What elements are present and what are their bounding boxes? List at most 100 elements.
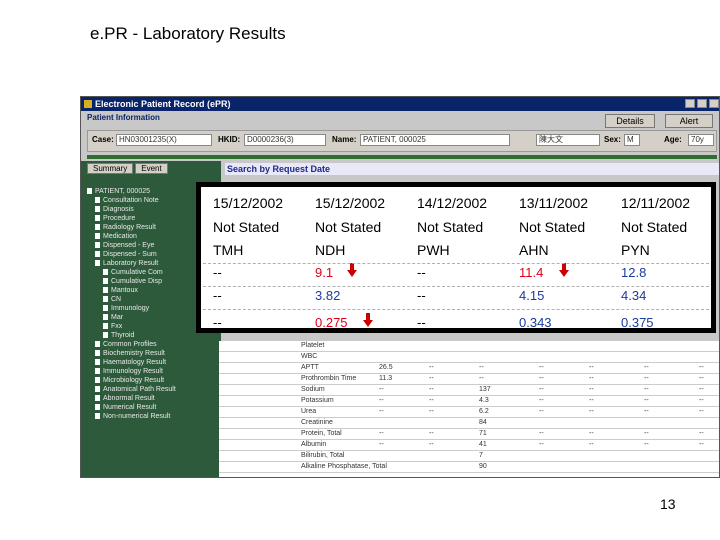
tree-item-label: Anatomical Path Result [103, 386, 176, 393]
grid-cell: 41 [479, 441, 487, 448]
document-icon [95, 233, 100, 239]
age-field[interactable]: 70y [688, 134, 714, 146]
grid-row[interactable]: WBC [219, 352, 719, 363]
search-by-request-date[interactable]: Search by Request Date [225, 163, 719, 175]
grid-cell: 71 [479, 430, 487, 437]
tree-item[interactable]: Numerical Result [87, 403, 221, 412]
chinese-name-field[interactable]: 陳大文 [536, 134, 600, 146]
grid-cell: -- [539, 364, 544, 371]
result-hospital: PWH [417, 242, 450, 258]
tree-item[interactable]: Biochemistry Result [87, 349, 221, 358]
patient-info-row: Case: HN03001235(X) HKID: D0000236(3) Na… [87, 130, 717, 152]
alert-button[interactable]: Alert [665, 114, 713, 128]
case-field[interactable]: HN03001235(X) [116, 134, 212, 146]
result-date: 13/11/2002 [519, 195, 589, 211]
grid-row[interactable]: Protein, Total -- -- 71 -- -- -- -- [219, 429, 719, 440]
details-button[interactable]: Details [605, 114, 655, 128]
grid-row[interactable]: Potassium -- -- 4.3 -- -- -- -- [219, 396, 719, 407]
tree-item-label: Procedure [103, 215, 136, 222]
grid-row-label: Prothrombin Time [301, 375, 357, 382]
down-arrow-icon [559, 263, 569, 277]
grid-row[interactable]: Sodium -- -- 137 -- -- -- -- [219, 385, 719, 396]
grid-row-label: APTT [301, 364, 319, 371]
tree-item-label: Biochemistry Result [103, 350, 165, 357]
tree-item[interactable]: Immunology Result [87, 367, 221, 376]
grid-cell: -- [699, 386, 704, 393]
grid-cell: -- [699, 408, 704, 415]
grid-cell: -- [429, 397, 434, 404]
name-field[interactable]: PATIENT, 000025 [360, 134, 510, 146]
result-value: 9.1 [315, 265, 334, 280]
result-date: 15/12/2002 [213, 195, 284, 211]
grid-cell: -- [429, 386, 434, 393]
document-icon [103, 296, 108, 302]
minimize-icon[interactable] [685, 99, 695, 108]
document-icon [95, 350, 100, 356]
grid-row-label: WBC [301, 353, 318, 360]
grid-row-label: Creatinine [301, 419, 333, 426]
grid-row[interactable]: Prothrombin Time 11.3 -- -- -- -- -- -- [219, 374, 719, 385]
grid-row[interactable]: Creatinine 84 [219, 418, 719, 429]
grid-row[interactable]: Bilirubin, Total 7 [219, 451, 719, 462]
tree-item-label: Immunology Result [103, 368, 163, 375]
grid-cell: -- [644, 386, 649, 393]
grid-row[interactable]: APTT 26.5 -- -- -- -- -- -- [219, 363, 719, 374]
result-value: 0.275 [315, 315, 348, 330]
document-icon [103, 269, 108, 275]
tree-item-label: Numerical Result [103, 404, 157, 411]
document-icon [95, 413, 100, 419]
tree-item[interactable]: Non-numerical Result [87, 412, 221, 421]
grid-row[interactable]: Albumin -- -- 41 -- -- -- -- [219, 440, 719, 451]
grid-cell: -- [429, 364, 434, 371]
tree-item[interactable]: Microbiology Result [87, 376, 221, 385]
tree-item-label: Dispensed - Sum [103, 251, 157, 258]
app-icon [84, 100, 92, 108]
grid-cell: 4.3 [479, 397, 489, 404]
result-value: 11.4 [519, 265, 544, 280]
grid-cell: -- [539, 441, 544, 448]
grid-cell: -- [379, 386, 384, 393]
tree-item[interactable]: Haematology Result [87, 358, 221, 367]
close-icon[interactable] [709, 99, 719, 108]
grid-cell: -- [699, 441, 704, 448]
hkid-field[interactable]: D0000236(3) [244, 134, 326, 146]
row-separator [203, 263, 709, 264]
document-icon [103, 323, 108, 329]
grid-row-label: Platelet [301, 342, 325, 349]
tree-item[interactable]: Common Profiles [87, 340, 221, 349]
grid-cell: -- [539, 408, 544, 415]
grid-row[interactable]: Urea -- -- 6.2 -- -- -- -- [219, 407, 719, 418]
grid-cell: -- [644, 364, 649, 371]
result-value: -- [213, 288, 222, 303]
tree-item-label: PATIENT, 000025 [95, 188, 150, 195]
tab-event[interactable]: Event [135, 163, 168, 174]
tab-summary[interactable]: Summary [87, 163, 134, 174]
document-icon [95, 359, 100, 365]
tree-item-label: Cumulative Com [111, 269, 163, 276]
result-date: 15/12/2002 [315, 195, 386, 211]
grid-row-label: Protein, Total [301, 430, 342, 437]
tree-item-label: Fxx [111, 323, 123, 330]
grid-cell: -- [644, 408, 649, 415]
tree-item-label: Cumulative Disp [111, 278, 162, 285]
sex-field[interactable]: M [624, 134, 640, 146]
tree-item-label: Medication [103, 233, 137, 240]
tree-item-label: Mantoux [111, 287, 138, 294]
result-value: -- [417, 265, 426, 280]
tree-item-label: Microbiology Result [103, 377, 165, 384]
grid-row[interactable]: Platelet [219, 341, 719, 352]
grid-cell: -- [699, 430, 704, 437]
grid-row[interactable]: Alkaline Phosphatase, Total 90 [219, 462, 719, 473]
tree-item-label: Radiology Result [103, 224, 156, 231]
age-label: Age: [664, 135, 682, 144]
result-value: 12.8 [621, 265, 647, 280]
grid-cell: -- [699, 397, 704, 404]
maximize-icon[interactable] [697, 99, 707, 108]
divider-bar [87, 155, 717, 159]
tree-item[interactable]: Abnormal Result [87, 394, 221, 403]
window-title: Electronic Patient Record (ePR) [95, 99, 231, 109]
tree-item-label: Laboratory Result [103, 260, 159, 267]
tree-item[interactable]: Anatomical Path Result [87, 385, 221, 394]
row-separator [203, 309, 709, 310]
result-value: -- [417, 288, 426, 303]
